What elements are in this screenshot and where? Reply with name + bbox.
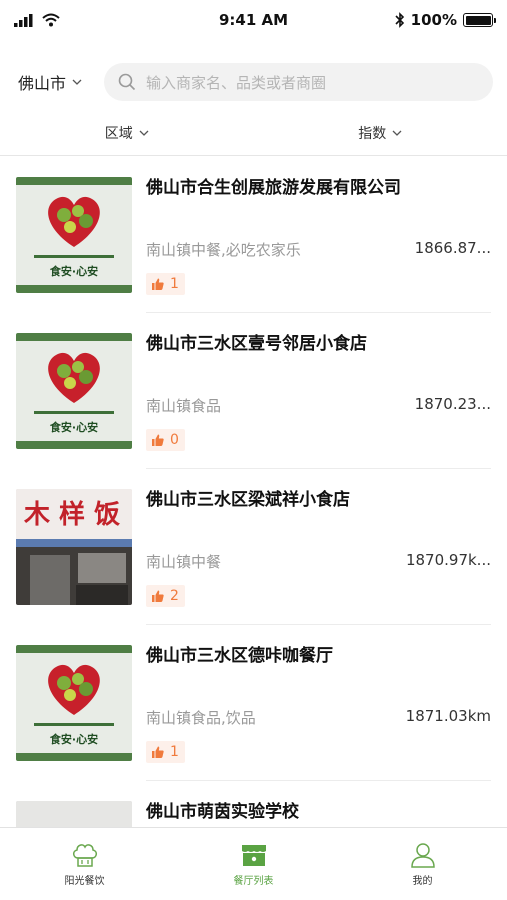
logo-caption: 食安·心安	[50, 264, 98, 278]
tab-restaurant-list[interactable]: 餐厅列表	[169, 828, 338, 900]
tab-my[interactable]: 我的	[338, 828, 507, 900]
restaurant-name: 佛山市三水区壹号邻居小食店	[146, 334, 367, 354]
search-row: 佛山市 输入商家名、品类或者商圈	[0, 60, 507, 104]
bottom-tab-bar: 阳光餐饮 餐厅列表 我的	[0, 827, 507, 900]
tab-label: 我的	[412, 875, 433, 887]
likes-badge[interactable]: 1	[146, 273, 185, 295]
likes-badge[interactable]: 0	[146, 429, 185, 451]
logo-caption: 食安·心安	[50, 732, 98, 746]
thumbs-up-icon	[152, 434, 164, 446]
status-bar: 9:41 AM 100%	[0, 0, 507, 40]
list-item[interactable]: 食安·心安 佛山市三水区壹号邻居小食店 南山镇食品 1870.23... 0	[0, 313, 507, 469]
tab-sunshine-dining[interactable]: 阳光餐饮	[0, 828, 169, 900]
restaurant-distance: 1870.23...	[414, 395, 491, 413]
restaurant-meta: 南山镇食品 1870.23...	[146, 395, 491, 416]
likes-count: 1	[170, 744, 179, 760]
restaurant-distance: 1870.97k...	[405, 551, 491, 569]
likes-count: 0	[170, 432, 179, 448]
list-item[interactable]: 木 样 饭 佛山市三水区梁斌祥小食店 南山镇中餐 1870.97k... 2	[0, 469, 507, 625]
restaurant-info: 佛山市三水区梁斌祥小食店 南山镇中餐 1870.97k... 2	[132, 489, 491, 625]
restaurant-thumbnail: 食安·心安	[16, 645, 132, 761]
restaurant-meta: 南山镇中餐,必吃农家乐 1866.87...	[146, 239, 491, 260]
app-screen: 9:41 AM 100% 佛山市 输入商家名、品类或者商圈 区域 指数 食安·心…	[0, 0, 507, 900]
restaurant-thumbnail	[16, 801, 132, 827]
logo-caption: 食安·心安	[50, 420, 98, 434]
storefront-photo: 木 样 饭	[16, 489, 132, 605]
city-selector[interactable]: 佛山市	[18, 70, 104, 94]
filter-index[interactable]: 指数	[254, 110, 507, 155]
battery-icon	[463, 13, 496, 27]
list-item[interactable]: 食安·心安 佛山市合生创展旅游发展有限公司 南山镇中餐,必吃农家乐 1866.8…	[0, 157, 507, 313]
status-right: 100%	[353, 11, 496, 29]
bluetooth-icon	[395, 12, 404, 28]
filter-index-label: 指数	[358, 125, 387, 142]
filter-region[interactable]: 区域	[0, 110, 254, 155]
search-input[interactable]: 输入商家名、品类或者商圈	[104, 63, 493, 101]
restaurant-info: 佛山市合生创展旅游发展有限公司 南山镇中餐,必吃农家乐 1866.87... 1	[132, 177, 491, 313]
search-icon	[118, 73, 136, 91]
restaurant-name: 佛山市萌茵实验学校	[146, 802, 299, 822]
list-item[interactable]: 食安·心安 佛山市三水区德咔咖餐厅 南山镇食品,饮品 1871.03km 1	[0, 625, 507, 781]
restaurant-category: 南山镇食品	[146, 397, 222, 415]
chevron-down-icon	[392, 130, 402, 136]
chef-hat-icon	[72, 843, 97, 867]
likes-badge[interactable]: 2	[146, 585, 185, 607]
restaurant-thumbnail: 食安·心安	[16, 333, 132, 449]
restaurant-category: 南山镇中餐	[146, 553, 222, 571]
restaurant-distance: 1871.03km	[405, 707, 491, 725]
thumbs-up-icon	[152, 278, 164, 290]
restaurant-name: 佛山市合生创展旅游发展有限公司	[146, 178, 401, 198]
restaurant-info: 佛山市萌茵实验学校	[132, 801, 491, 827]
person-icon	[410, 842, 435, 868]
list-item[interactable]: 佛山市萌茵实验学校	[0, 781, 507, 827]
restaurant-info: 佛山市三水区德咔咖餐厅 南山镇食品,饮品 1871.03km 1	[132, 645, 491, 781]
food-safety-heart-logo: 食安·心安	[16, 645, 132, 761]
restaurant-name: 佛山市三水区德咔咖餐厅	[146, 646, 333, 666]
svg-text:木 样 饭: 木 样 饭	[23, 499, 120, 530]
likes-count: 1	[170, 276, 179, 292]
restaurant-meta: 南山镇食品,饮品 1871.03km	[146, 707, 491, 728]
thumbs-up-icon	[152, 746, 164, 758]
likes-badge[interactable]: 1	[146, 741, 185, 763]
restaurant-list: 食安·心安 佛山市合生创展旅游发展有限公司 南山镇中餐,必吃农家乐 1866.8…	[0, 157, 507, 827]
search-placeholder: 输入商家名、品类或者商圈	[146, 73, 327, 92]
chevron-down-icon	[72, 79, 82, 85]
restaurant-distance: 1866.87...	[414, 239, 491, 257]
restaurant-thumbnail: 食安·心安	[16, 177, 132, 293]
food-safety-heart-logo: 食安·心安	[16, 333, 132, 449]
city-label: 佛山市	[18, 74, 67, 93]
restaurant-category: 南山镇中餐,必吃农家乐	[146, 241, 301, 259]
likes-count: 2	[170, 588, 179, 604]
tab-label: 阳光餐饮	[64, 875, 105, 887]
restaurant-category: 南山镇食品,饮品	[146, 709, 256, 727]
chevron-down-icon	[139, 130, 149, 136]
restaurant-info: 佛山市三水区壹号邻居小食店 南山镇食品 1870.23... 0	[132, 333, 491, 469]
restaurant-photo	[16, 801, 132, 827]
filter-region-label: 区域	[104, 125, 133, 142]
thumbs-up-icon	[152, 590, 164, 602]
tab-label: 餐厅列表	[233, 875, 274, 887]
battery-percent: 100%	[410, 11, 457, 29]
food-safety-heart-logo: 食安·心安	[16, 177, 132, 293]
filter-bar: 区域 指数	[0, 110, 507, 156]
restaurant-meta: 南山镇中餐 1870.97k...	[146, 551, 491, 572]
restaurant-thumbnail: 木 样 饭	[16, 489, 132, 605]
restaurant-name: 佛山市三水区梁斌祥小食店	[146, 490, 350, 510]
shop-icon	[241, 844, 266, 866]
